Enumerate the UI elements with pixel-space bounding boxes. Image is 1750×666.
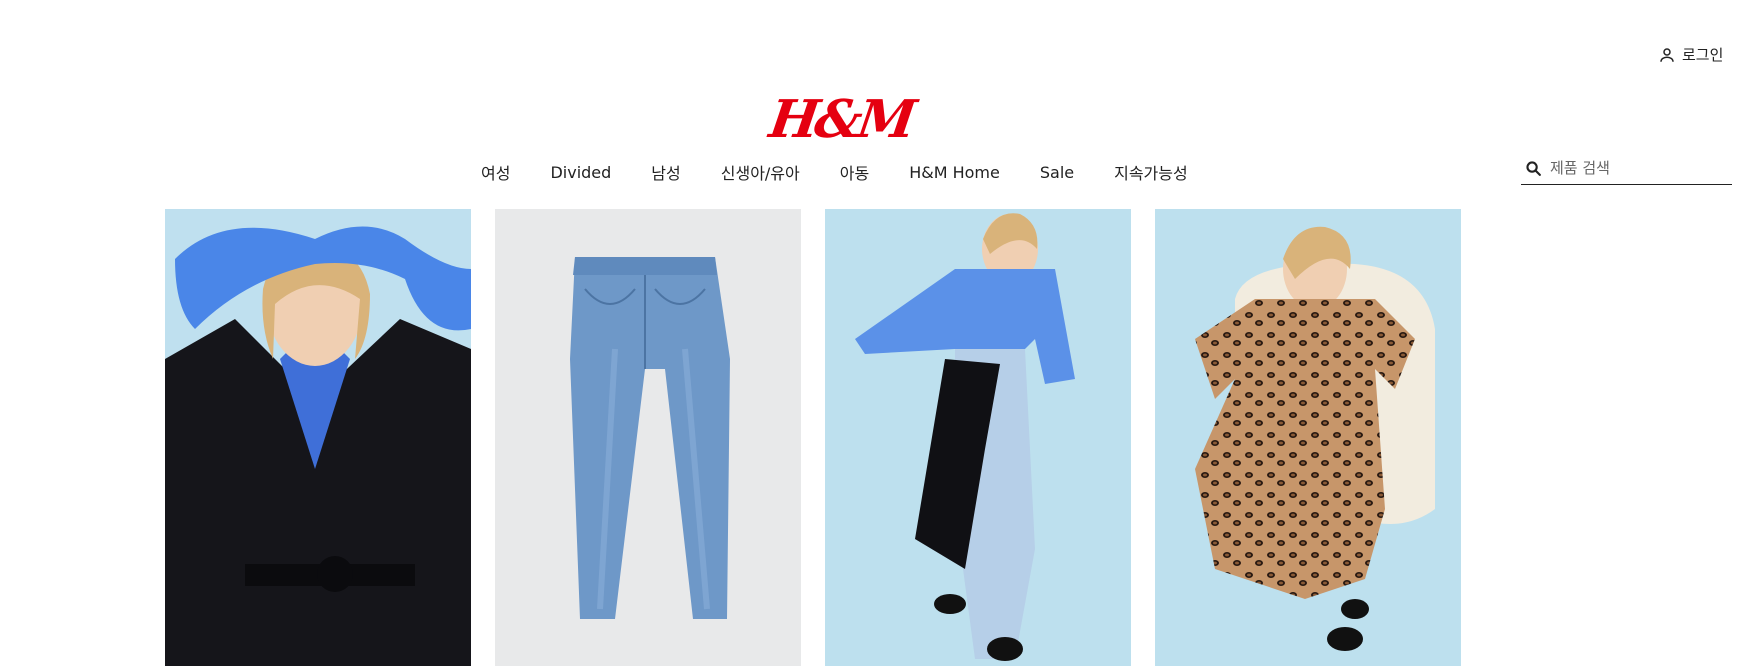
nav-item-sustainability[interactable]: 지속가능성: [1114, 160, 1188, 184]
product-card[interactable]: [495, 209, 801, 666]
search-input[interactable]: [1550, 159, 1720, 177]
product-image-dress: [1155, 209, 1461, 666]
search-icon[interactable]: [1525, 160, 1542, 177]
nav-item-men[interactable]: 남성: [651, 160, 680, 184]
product-image-jeans: [495, 209, 801, 666]
nav-item-divided[interactable]: Divided: [550, 163, 611, 182]
product-card[interactable]: [825, 209, 1131, 666]
nav-item-baby[interactable]: 신생아/유아: [721, 160, 800, 184]
product-card[interactable]: [1155, 209, 1461, 666]
login-label: 로그인: [1682, 46, 1724, 64]
nav-item-women[interactable]: 여성: [481, 160, 510, 184]
nav-item-home[interactable]: H&M Home: [909, 163, 1000, 182]
user-icon: [1660, 47, 1674, 62]
product-image-sweater: [825, 209, 1131, 666]
nav-item-sale[interactable]: Sale: [1040, 163, 1074, 182]
main-nav: 여성 Divided 남성 신생아/유아 아동 H&M Home Sale 지속…: [481, 160, 1188, 184]
brand-logo[interactable]: H&M: [766, 88, 916, 152]
product-image-coat: [165, 209, 471, 666]
login-link[interactable]: 로그인: [1658, 44, 1723, 65]
nav-item-kids[interactable]: 아동: [840, 160, 869, 184]
search-box: [1521, 152, 1732, 185]
logo-text: H&M: [765, 89, 916, 150]
product-grid: [165, 209, 1461, 666]
product-card[interactable]: [165, 209, 471, 666]
